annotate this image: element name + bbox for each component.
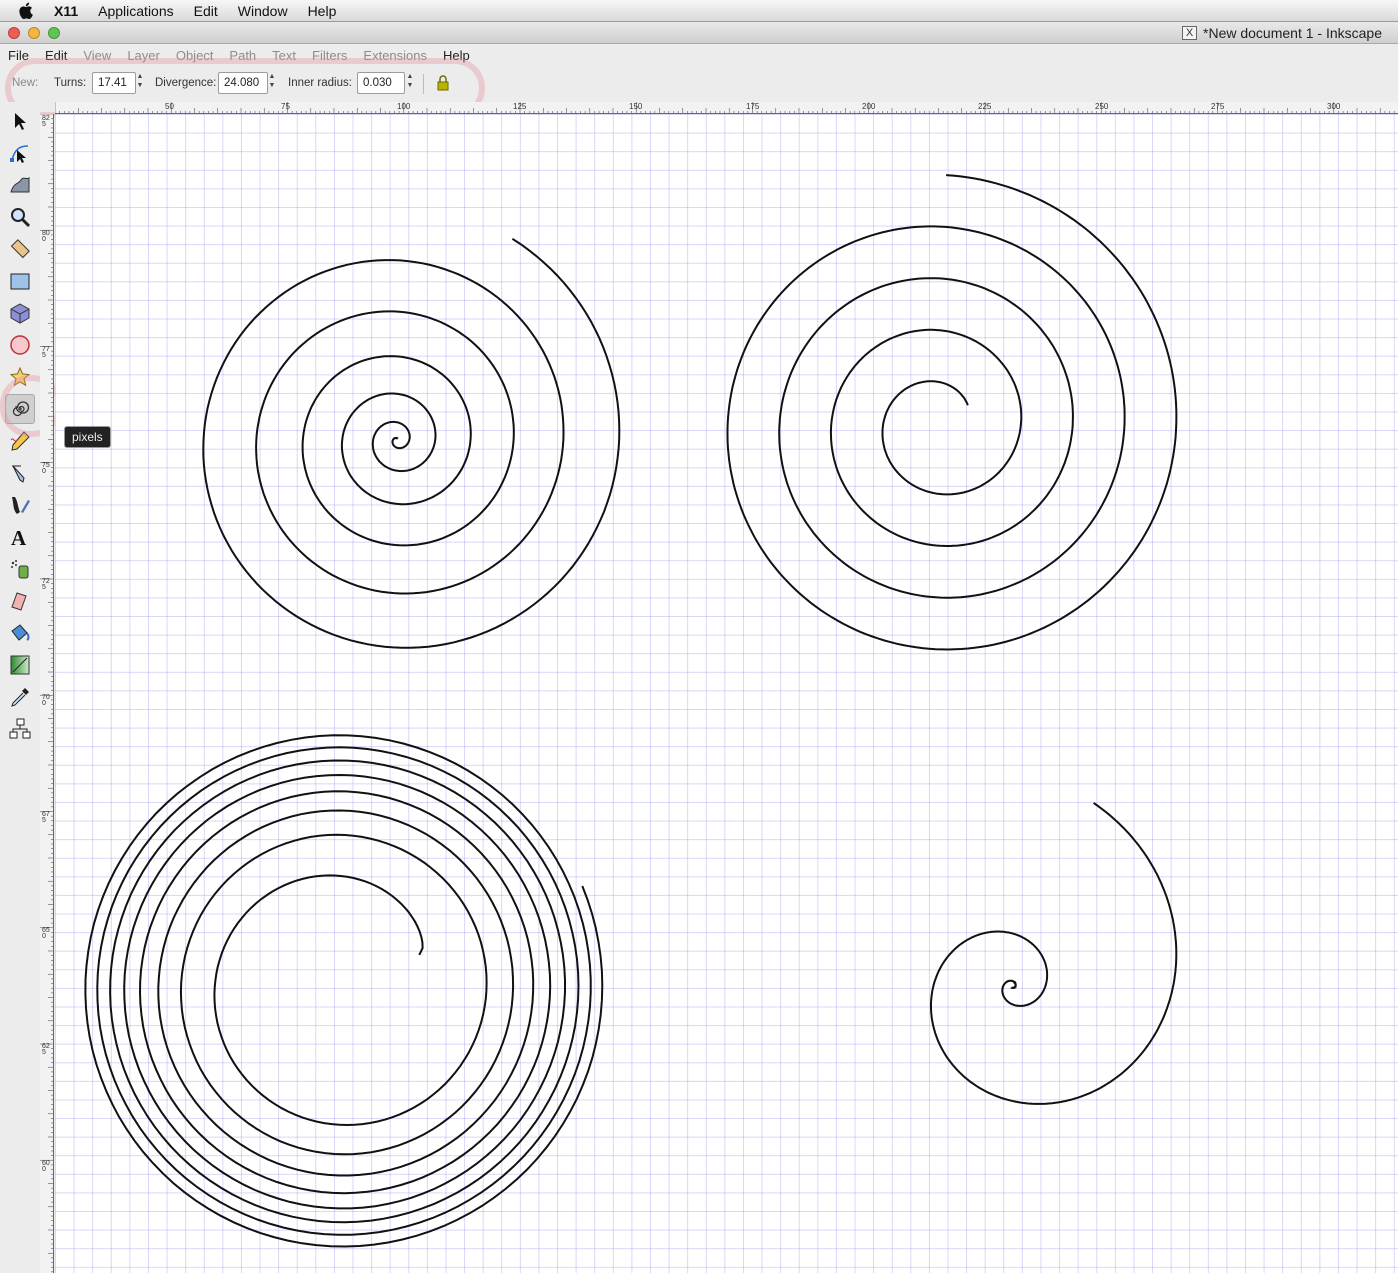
new-label: New: [12,77,39,89]
window-title-text: *New document 1 - Inkscape [1203,25,1382,41]
zoom-window-button[interactable] [48,27,60,39]
hruler-label: 175 [746,102,760,111]
star-tool-icon[interactable] [5,362,35,392]
vruler-label: 825 [42,115,50,128]
vruler-label: 725 [42,578,50,591]
hruler-label: 300 [1327,102,1341,111]
menubar-help[interactable]: Help [308,3,337,19]
spiral-shape[interactable] [930,802,1178,1105]
menu-file[interactable]: File [0,48,37,63]
inner-radius-label: Inner radius: [288,77,352,89]
menu-text[interactable]: Text [264,48,304,63]
vruler-label: 625 [42,1043,50,1056]
dropper-tool-icon[interactable] [5,682,35,712]
hruler-label: 250 [1095,102,1109,111]
hruler-label: 200 [862,102,876,111]
app-menu: File Edit View Layer Object Path Text Fi… [0,44,1398,66]
turns-input[interactable]: 17.41 [92,72,136,94]
vertical-ruler: 825 800 775 750 725 700 675 650 625 600 [40,114,54,1273]
menu-extensions[interactable]: Extensions [355,48,435,63]
gradient-tool-icon[interactable] [5,650,35,680]
hruler-label: 275 [1211,102,1225,111]
hruler-label: 50 [165,102,174,111]
vruler-label: 750 [42,462,50,475]
minimize-window-button[interactable] [28,27,40,39]
hruler-label: 75 [281,102,290,111]
vruler-label: 800 [42,230,50,243]
reset-defaults-icon[interactable] [434,74,452,95]
measure-tool-icon[interactable] [5,234,35,264]
pencil-tool-icon[interactable] [5,426,35,456]
hruler-label: 125 [513,102,527,111]
toolbox: A [0,102,40,1273]
inner-radius-input[interactable]: 0.030 [357,72,405,94]
menu-layer[interactable]: Layer [119,48,168,63]
spiral-shape[interactable] [84,734,604,1248]
vruler-label: 700 [42,694,50,707]
rectangle-tool-icon[interactable] [5,266,35,296]
hruler-label: 150 [629,102,643,111]
menu-object[interactable]: Object [168,48,222,63]
spiral-shape[interactable] [726,174,1178,651]
zoom-tool-icon[interactable] [5,202,35,232]
svg-text:A: A [11,526,27,548]
spiral-tool-icon[interactable] [5,394,35,424]
vruler-label: 675 [42,811,50,824]
calligraphy-tool-icon[interactable] [5,490,35,520]
text-tool-icon[interactable]: A [5,522,35,552]
ellipse-tool-icon[interactable] [5,330,35,360]
3d-box-tool-icon[interactable] [5,298,35,328]
divergence-spinner[interactable]: ▲ ▼ [267,72,277,94]
menu-view[interactable]: View [75,48,119,63]
node-tool-icon[interactable] [5,138,35,168]
hruler-label: 100 [397,102,411,111]
toolbar-separator [423,74,424,94]
spray-tool-icon[interactable] [5,554,35,584]
turns-spinner[interactable]: ▲ ▼ [135,72,145,94]
apple-logo-icon[interactable] [18,2,42,19]
connector-tool-icon[interactable] [5,714,35,744]
hruler-ticks [55,102,1395,113]
window-titlebar[interactable]: X *New document 1 - Inkscape [0,22,1398,44]
menu-edit[interactable]: Edit [37,48,75,63]
tooltip: pixels [64,426,111,448]
divergence-label: Divergence: [155,77,217,89]
vruler-label: 600 [42,1160,50,1173]
menu-path[interactable]: Path [221,48,264,63]
turns-label: Turns: [54,77,87,89]
mac-menubar: X11 Applications Edit Window Help [0,0,1398,22]
spiral-tool-controls: New: Turns: 17.41 ▲ ▼ Divergence: 24.080 … [0,66,1398,102]
close-window-button[interactable] [8,27,20,39]
paint-bucket-tool-icon[interactable] [5,618,35,648]
vruler-label: 650 [42,927,50,940]
vruler-label: 775 [42,346,50,359]
drawing-canvas[interactable] [55,114,1398,1273]
hruler-label: 225 [978,102,992,111]
eraser-tool-icon[interactable] [5,586,35,616]
spirals-layer [84,174,1178,1248]
menubar-window[interactable]: Window [238,3,288,19]
divergence-input[interactable]: 24.080 [218,72,268,94]
menubar-applications[interactable]: Applications [98,3,174,19]
menu-filters[interactable]: Filters [304,48,355,63]
menubar-x11[interactable]: X11 [54,3,78,19]
x11-app-icon: X [1182,26,1198,40]
window-title: X *New document 1 - Inkscape [1182,25,1382,41]
selector-tool-icon[interactable] [5,106,35,136]
menubar-edit[interactable]: Edit [194,3,218,19]
horizontal-ruler: 50 75 100 125 150 175 200 225 250 275 30… [55,102,1398,114]
inner-radius-spinner[interactable]: ▲ ▼ [405,72,415,94]
pen-tool-icon[interactable] [5,458,35,488]
menu-help[interactable]: Help [435,48,478,63]
spiral-shape[interactable] [202,237,621,649]
tweak-tool-icon[interactable] [5,170,35,200]
